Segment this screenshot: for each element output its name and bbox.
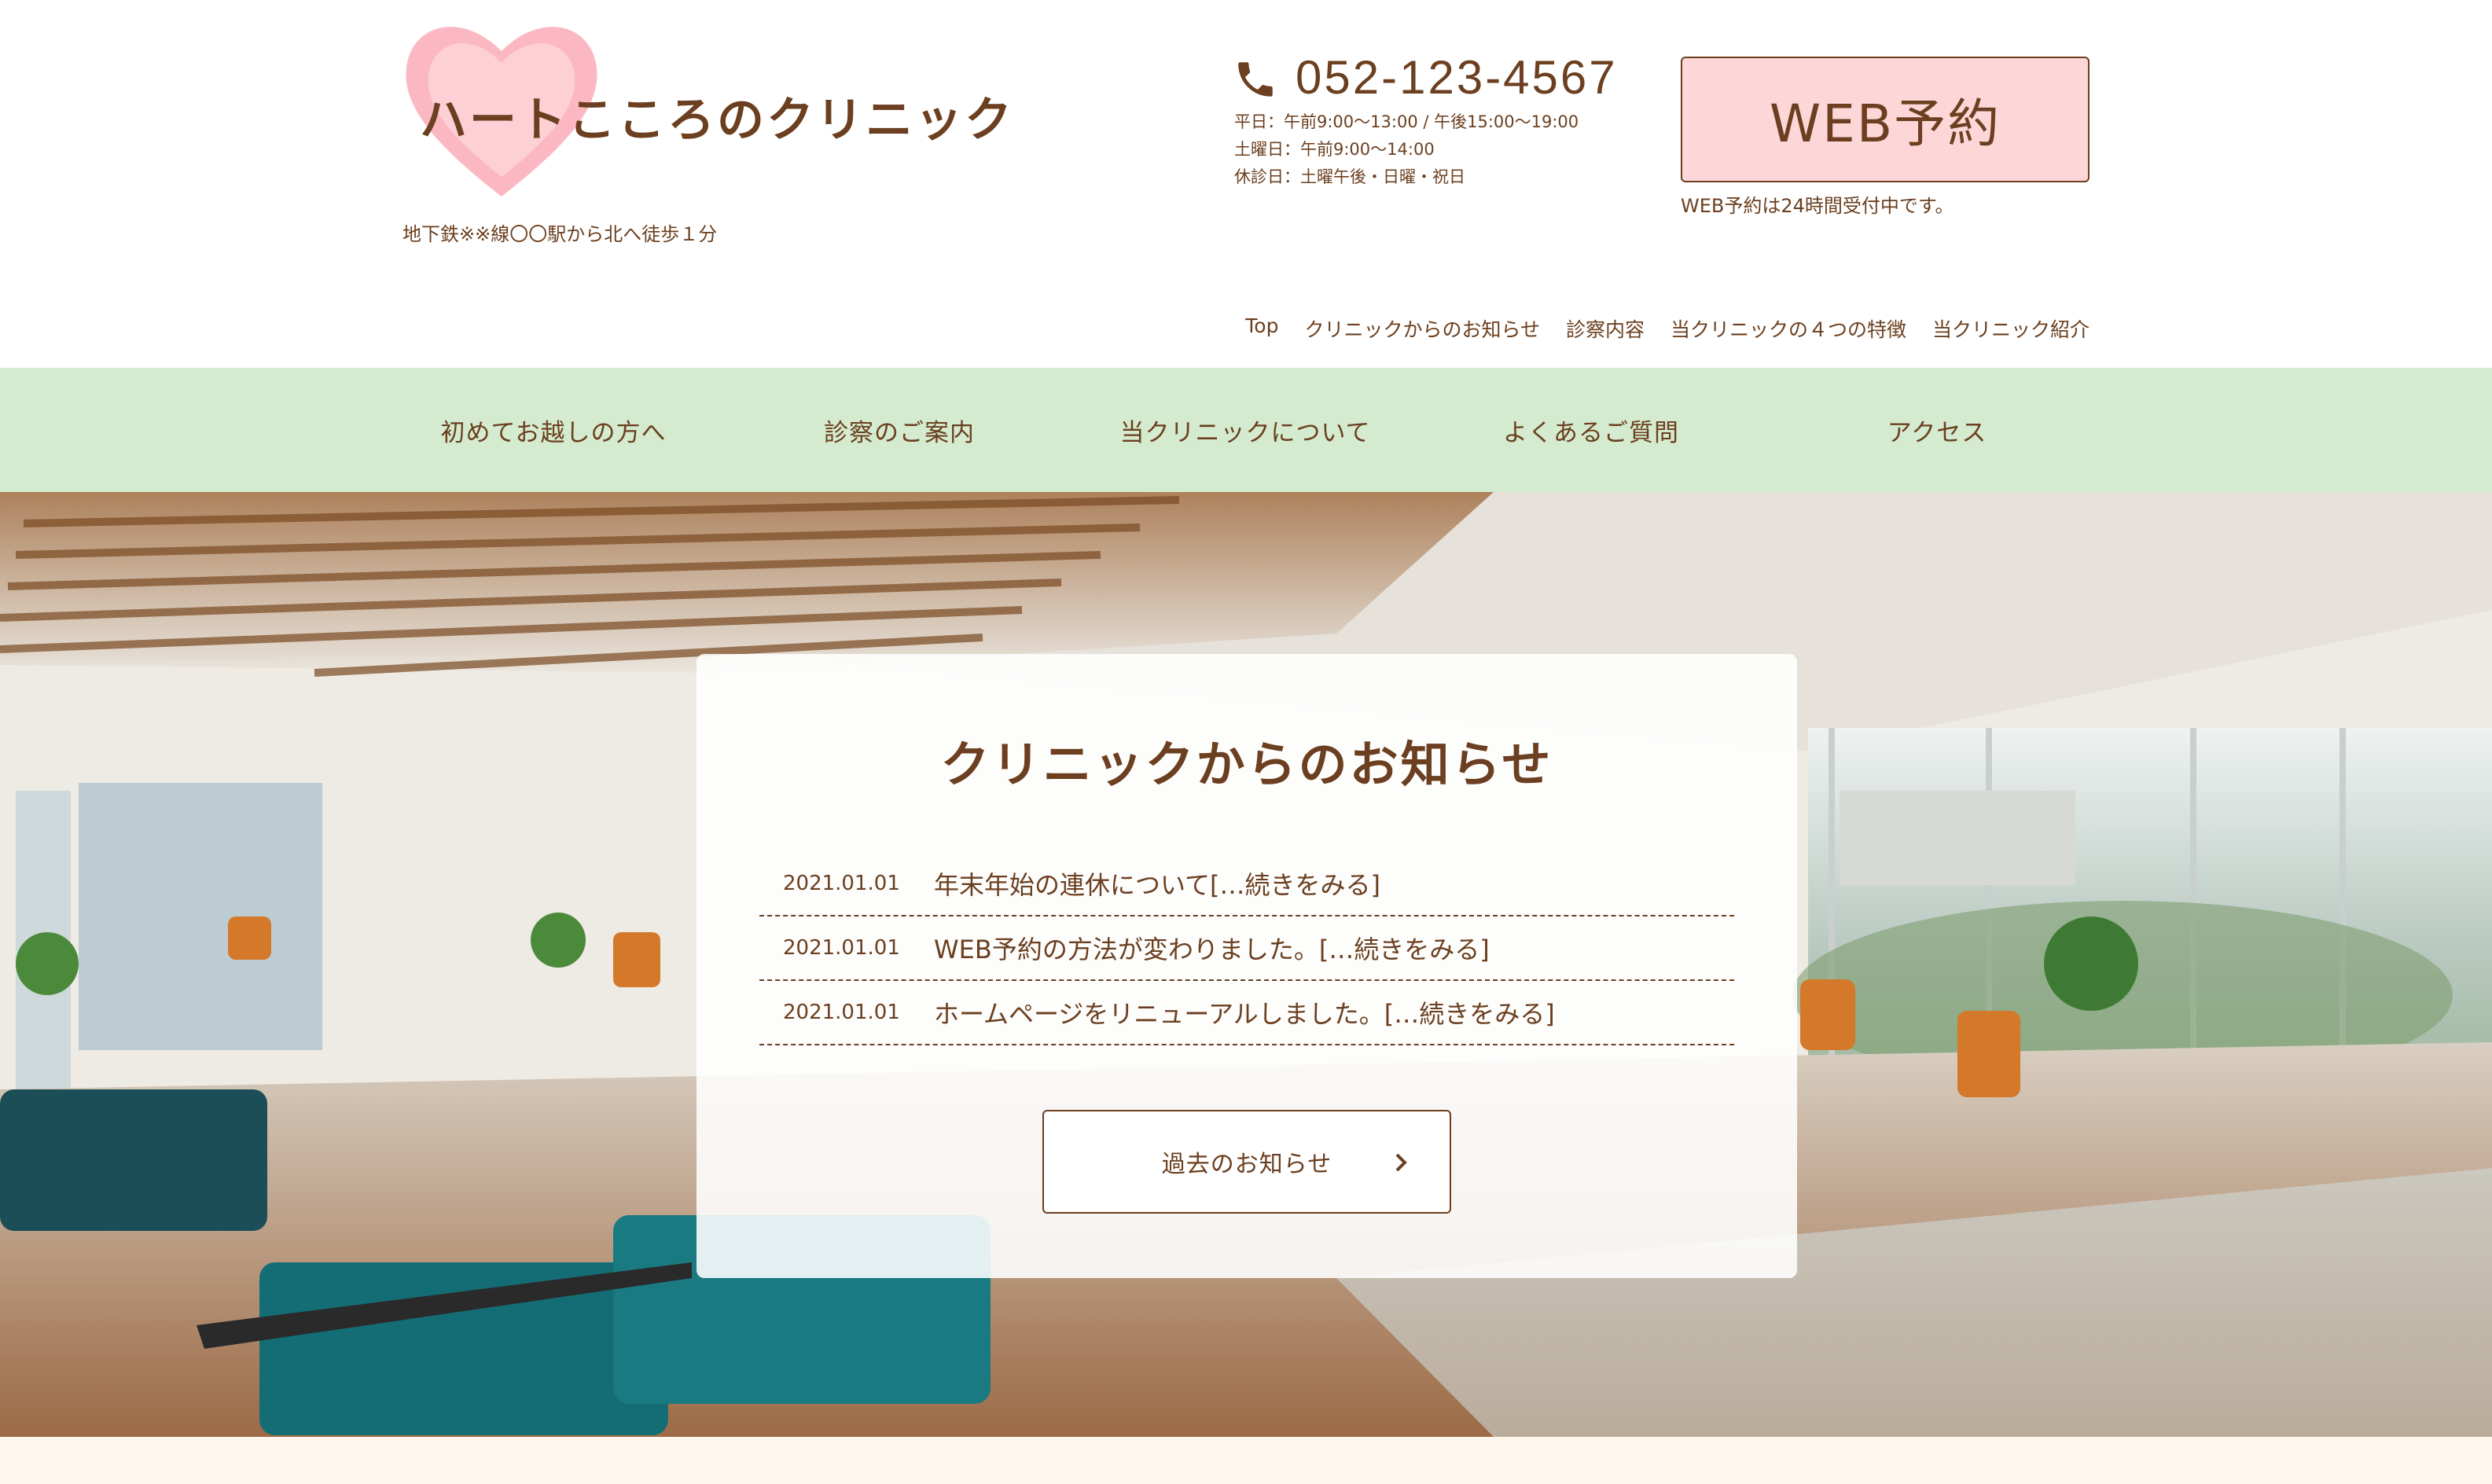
news-item[interactable]: 2021.01.01 WEB予約の方法が変わりました。[…続きをみる] [759,916,1734,981]
phone-number[interactable]: 052-123-4567 [1296,50,1618,105]
news-text[interactable]: 年末年始の連休について[…続きをみる] [934,865,1380,902]
news-item[interactable]: 2021.01.01 ホームページをリニューアルしました。[…続きをみる] [759,981,1734,1045]
hours-closed: 休診日：土曜午後・日曜・祝日 [1234,167,1465,186]
news-text[interactable]: WEB予約の方法が変わりました。[…続きをみる] [934,930,1490,966]
news-card: クリニックからのお知らせ 2021.01.01 年末年始の連休について[…続きを… [697,654,1797,1278]
past-news-label: 過去のお知らせ [1161,1151,1332,1178]
chevron-right-icon [1395,1153,1407,1172]
news-date: 2021.01.01 [783,872,900,895]
section-divider [0,1437,2492,1484]
top-nav-top[interactable]: Top [1245,314,1278,343]
news-item[interactable]: 2021.01.01 年末年始の連休について[…続きをみる] [759,852,1734,916]
hours-weekday: 平日：午前9:00〜13:00 / 午後15:00〜19:00 [1234,112,1579,131]
site-header: ハートこころのクリニック 地下鉄※※線〇〇駅から北へ徒歩１分 052-123-4… [0,0,2492,368]
main-nav-about-clinic[interactable]: 当クリニックについて [1072,368,1418,492]
news-date: 2021.01.01 [783,936,900,960]
hero-image: クリニックからのお知らせ 2021.01.01 年末年始の連休について[…続きを… [0,492,2492,1437]
main-nav-faq[interactable]: よくあるご質問 [1418,368,1764,492]
news-date: 2021.01.01 [783,1001,900,1024]
past-news-button[interactable]: 過去のお知らせ [1042,1110,1451,1214]
hours-saturday: 土曜日：午前9:00〜14:00 [1234,140,1435,159]
top-nav: Top クリニックからのお知らせ 診察内容 当クリニックの４つの特徴 当クリニッ… [1245,314,2090,343]
top-nav-services[interactable]: 診察内容 [1566,314,1645,343]
main-nav-first-visit[interactable]: 初めてお越しの方へ [380,368,726,492]
top-nav-news[interactable]: クリニックからのお知らせ [1304,314,1540,343]
top-nav-about[interactable]: 当クリニック紹介 [1932,314,2090,343]
news-list: 2021.01.01 年末年始の連休について[…続きをみる] 2021.01.0… [759,852,1734,1045]
main-nav: 初めてお越しの方へ 診察のご案内 当クリニックについて よくあるご質問 アクセス [0,368,2492,492]
top-nav-features[interactable]: 当クリニックの４つの特徴 [1671,314,1906,343]
page: ハートこころのクリニック 地下鉄※※線〇〇駅から北へ徒歩１分 052-123-4… [0,0,2492,1484]
main-nav-access[interactable]: アクセス [1764,368,2110,492]
main-nav-consultation[interactable]: 診察のご案内 [726,368,1072,492]
news-text[interactable]: ホームページをリニューアルしました。[…続きをみる] [934,994,1555,1030]
news-title: クリニックからのお知らせ [940,736,1553,793]
business-hours: 平日：午前9:00〜13:00 / 午後15:00〜19:00 土曜日：午前9:… [1234,108,1579,191]
clinic-name[interactable]: ハートこころのクリニック [420,82,1014,150]
web-reservation-button[interactable]: WEB予約 [1681,57,2090,182]
web-reservation-note: WEB予約は24時間受付中です。 [1681,195,1954,217]
access-note: 地下鉄※※線〇〇駅から北へ徒歩１分 [402,223,718,245]
phone-icon [1238,62,1273,97]
